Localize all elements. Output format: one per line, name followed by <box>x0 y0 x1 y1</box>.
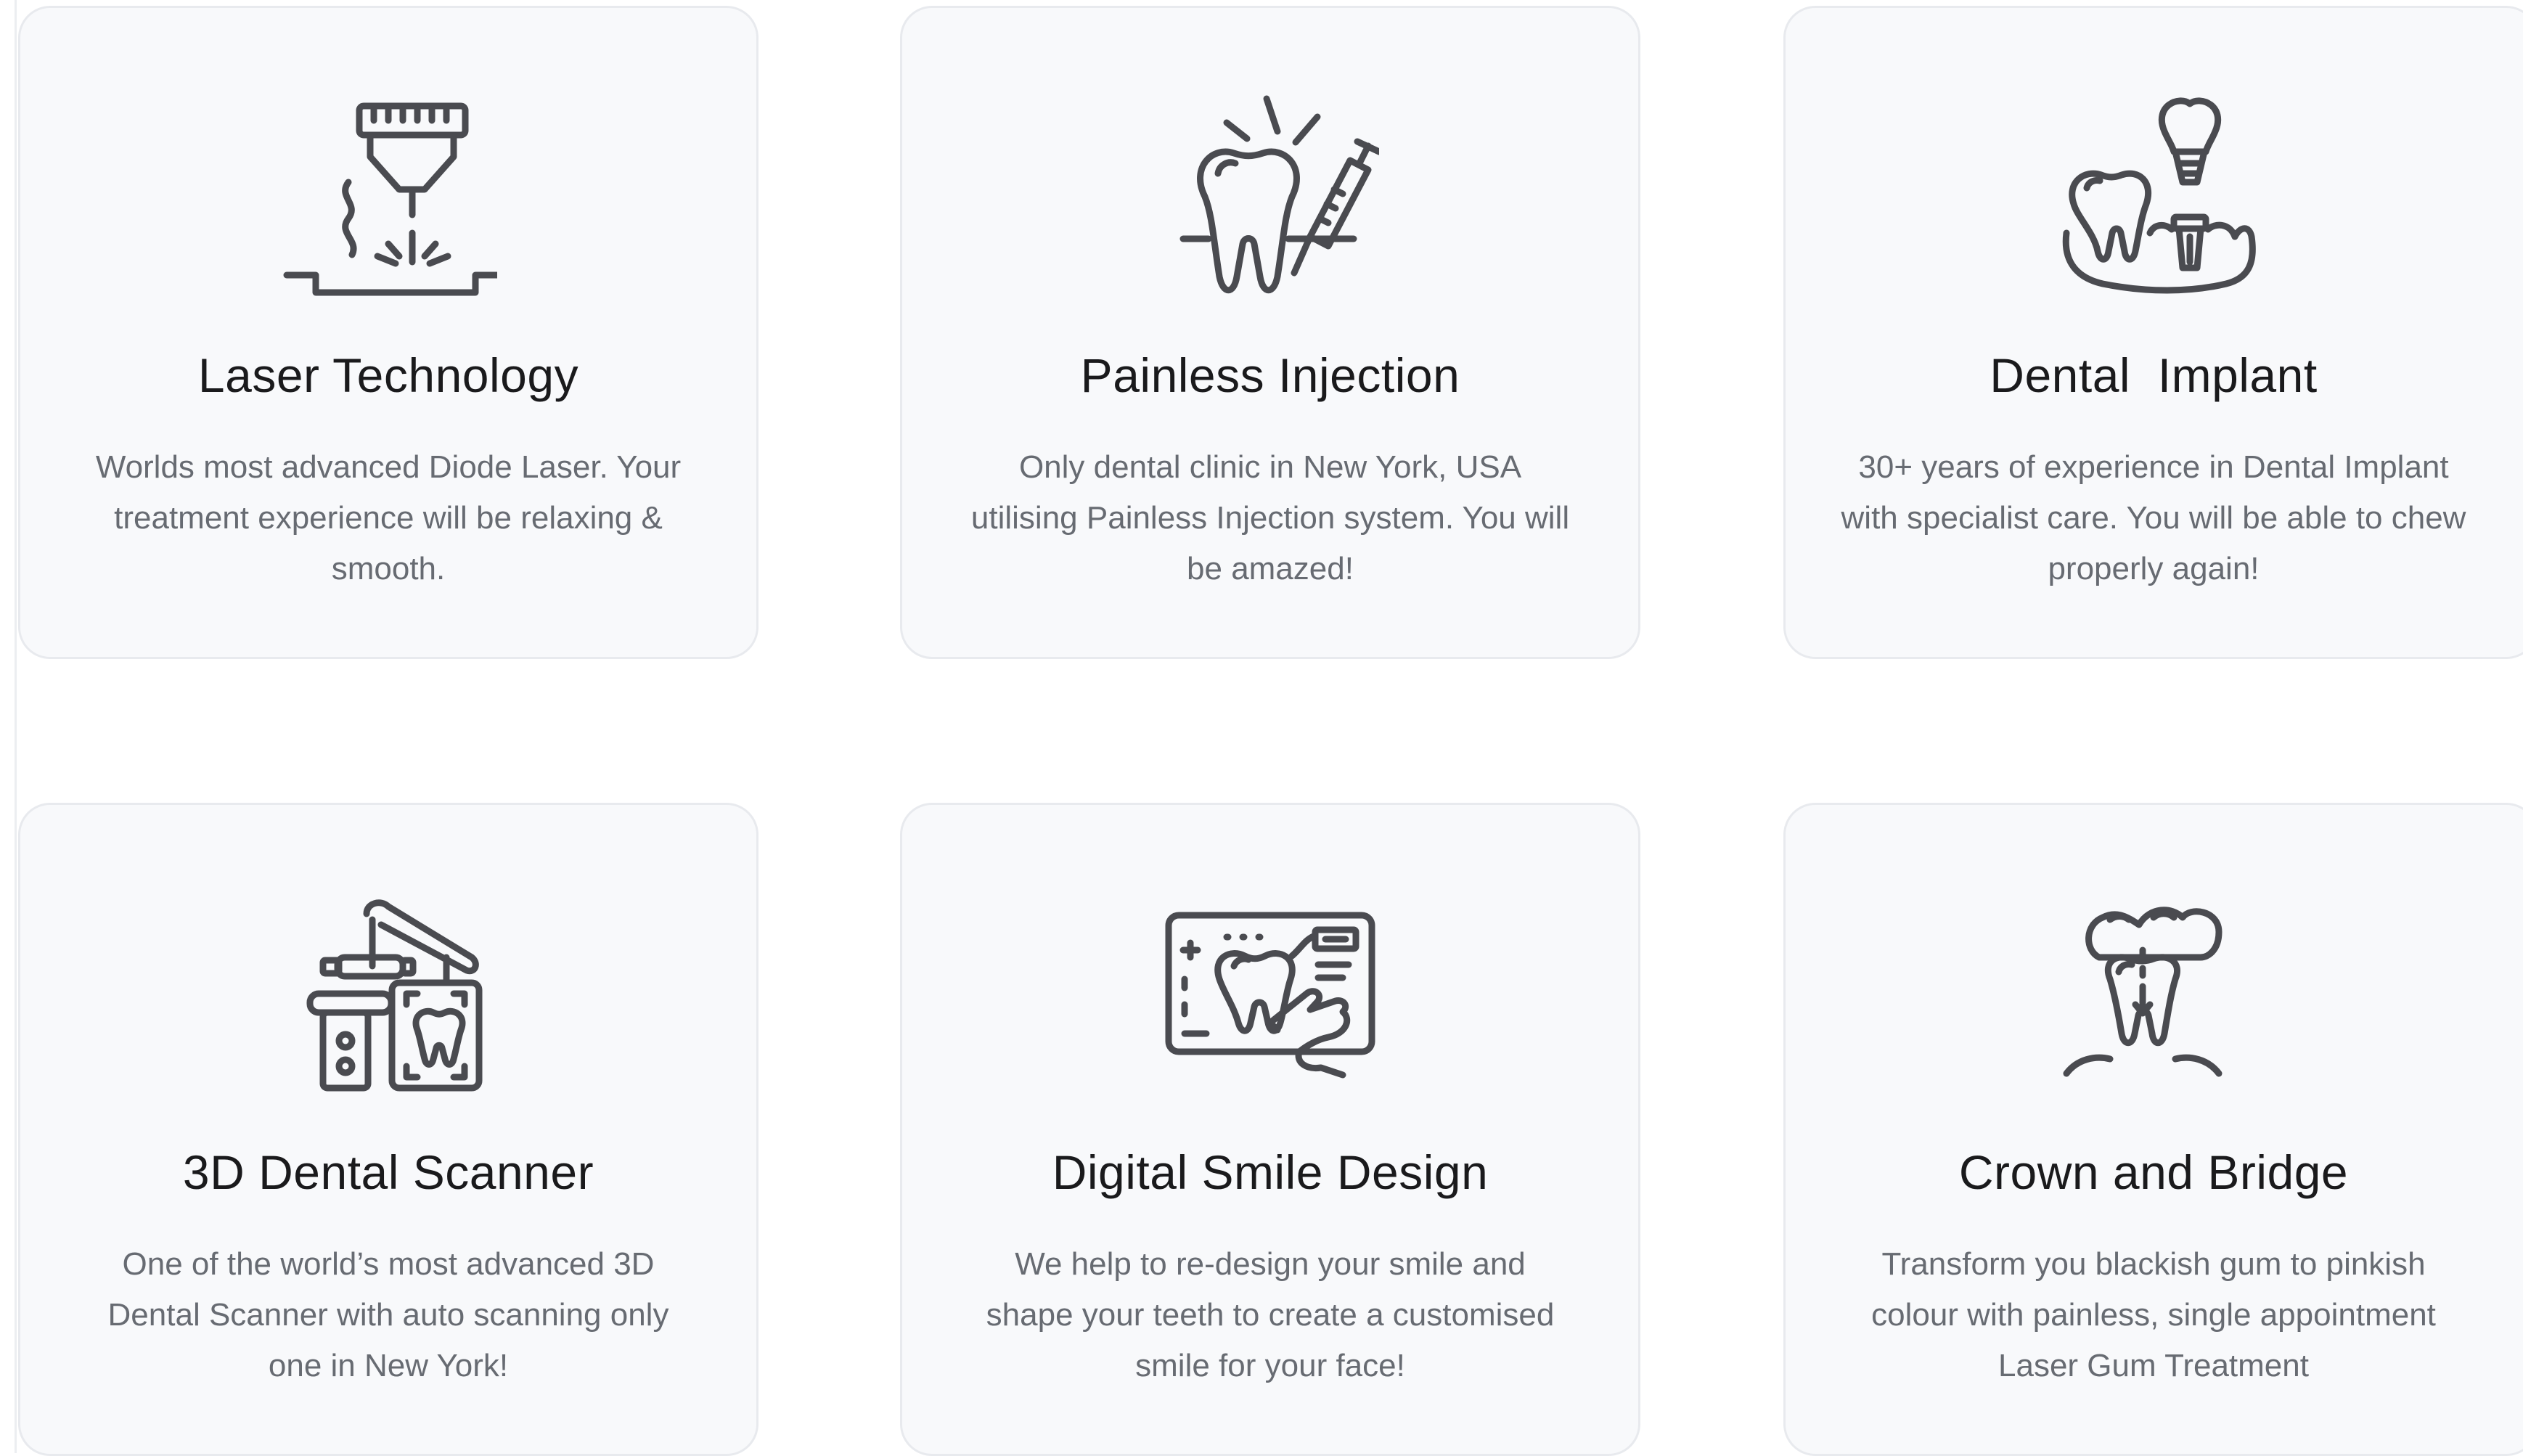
crown-bridge-icon <box>2045 885 2262 1103</box>
feature-description: Worlds most advanced Diode Laser. Your t… <box>95 449 682 586</box>
dental-scanner-icon <box>279 885 497 1103</box>
feature-title: Painless Injection <box>1080 348 1460 402</box>
feature-description: One of the world’s most advanced 3D Dent… <box>107 1246 669 1383</box>
feature-card-laser-technology: Laser Technology Worlds most advanced Di… <box>18 6 758 659</box>
feature-card-dental-implant: Dental Implant 30+ years of experience i… <box>1783 6 2523 659</box>
laser-icon <box>279 88 497 306</box>
feature-title: 3D Dental Scanner <box>182 1145 594 1199</box>
feature-card-3d-dental-scanner: 3D Dental Scanner One of the world’s mos… <box>18 803 758 1456</box>
feature-title: Laser Technology <box>197 348 579 402</box>
smile-design-icon <box>1161 885 1379 1103</box>
feature-title: Digital Smile Design <box>1052 1145 1489 1199</box>
feature-description: Only dental clinic in New York, USA util… <box>970 449 1570 586</box>
feature-description: Transform you blackish gum to pinkish co… <box>1871 1246 2436 1383</box>
feature-card-painless-injection: Painless Injection Only dental clinic in… <box>900 6 1640 659</box>
feature-card-crown-and-bridge: Crown and Bridge Transform you blackish … <box>1783 803 2523 1456</box>
feature-title: Crown and Bridge <box>1958 1145 2349 1199</box>
dental-implant-icon <box>2045 88 2262 306</box>
tooth-injection-icon <box>1161 88 1379 306</box>
page-left-divider <box>15 0 17 1453</box>
feature-title: Dental Implant <box>1990 348 2318 402</box>
feature-card-digital-smile-design: Digital Smile Design We help to re-desig… <box>900 803 1640 1456</box>
feature-description: 30+ years of experience in Dental Implan… <box>1841 449 2466 586</box>
feature-description: We help to re-design your smile and shap… <box>986 1246 1555 1383</box>
